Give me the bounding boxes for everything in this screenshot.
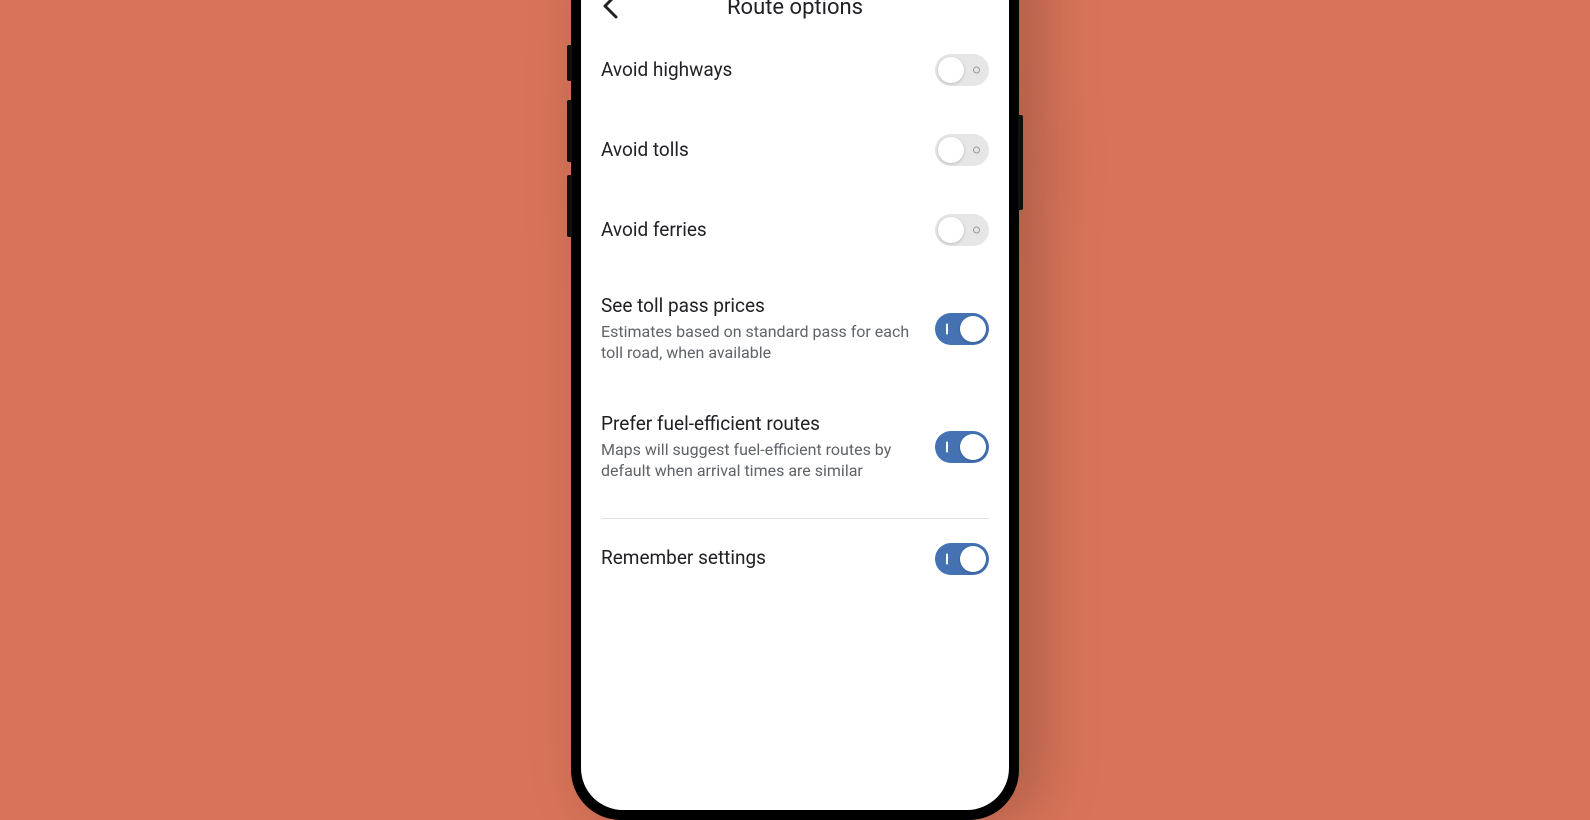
option-text: See toll pass prices Estimates based on … <box>601 294 935 364</box>
phone-button <box>567 100 572 162</box>
toggle-remember-settings[interactable] <box>935 543 989 575</box>
option-label: See toll pass prices <box>601 294 919 319</box>
toggle-off-icon <box>973 147 980 154</box>
options-list: Avoid highways Avoid tolls Avoid f <box>581 30 1009 599</box>
option-text: Avoid ferries <box>601 218 935 243</box>
phone-button <box>567 175 572 237</box>
toggle-prefer-fuel-efficient[interactable] <box>935 431 989 463</box>
option-text: Avoid highways <box>601 58 935 83</box>
option-avoid-highways: Avoid highways <box>601 30 989 110</box>
option-remember-settings: Remember settings <box>601 519 989 599</box>
option-label: Avoid tolls <box>601 138 919 163</box>
option-text: Avoid tolls <box>601 138 935 163</box>
option-label: Avoid ferries <box>601 218 919 243</box>
option-sublabel: Estimates based on standard pass for eac… <box>601 321 919 364</box>
option-text: Remember settings <box>601 546 935 571</box>
option-sublabel: Maps will suggest fuel-efficient routes … <box>601 439 919 482</box>
toggle-avoid-ferries[interactable] <box>935 214 989 246</box>
toggle-see-toll-pass-prices[interactable] <box>935 313 989 345</box>
toggle-avoid-tolls[interactable] <box>935 134 989 166</box>
option-see-toll-pass-prices: See toll pass prices Estimates based on … <box>601 270 989 388</box>
header: Route options <box>581 0 1009 30</box>
phone-button <box>567 45 572 81</box>
back-button[interactable] <box>593 0 629 24</box>
option-label: Remember settings <box>601 546 919 571</box>
toggle-on-icon <box>946 323 948 334</box>
phone-button <box>1018 115 1023 210</box>
option-prefer-fuel-efficient: Prefer fuel-efficient routes Maps will s… <box>601 388 989 506</box>
screen: Route options Avoid highways Avoid tolls <box>581 0 1009 810</box>
toggle-knob <box>938 137 964 163</box>
toggle-off-icon <box>973 67 980 74</box>
toggle-knob <box>938 57 964 83</box>
option-avoid-ferries: Avoid ferries <box>601 190 989 270</box>
page-title: Route options <box>727 0 863 20</box>
option-avoid-tolls: Avoid tolls <box>601 110 989 190</box>
option-label: Prefer fuel-efficient routes <box>601 412 919 437</box>
toggle-on-icon <box>946 441 948 452</box>
option-label: Avoid highways <box>601 58 919 83</box>
toggle-off-icon <box>973 227 980 234</box>
toggle-knob <box>960 434 986 460</box>
option-text: Prefer fuel-efficient routes Maps will s… <box>601 412 935 482</box>
toggle-knob <box>960 546 986 572</box>
toggle-avoid-highways[interactable] <box>935 54 989 86</box>
chevron-left-icon <box>602 0 620 19</box>
toggle-knob <box>938 217 964 243</box>
toggle-on-icon <box>946 553 948 564</box>
phone-frame: Route options Avoid highways Avoid tolls <box>571 0 1019 820</box>
toggle-knob <box>960 316 986 342</box>
